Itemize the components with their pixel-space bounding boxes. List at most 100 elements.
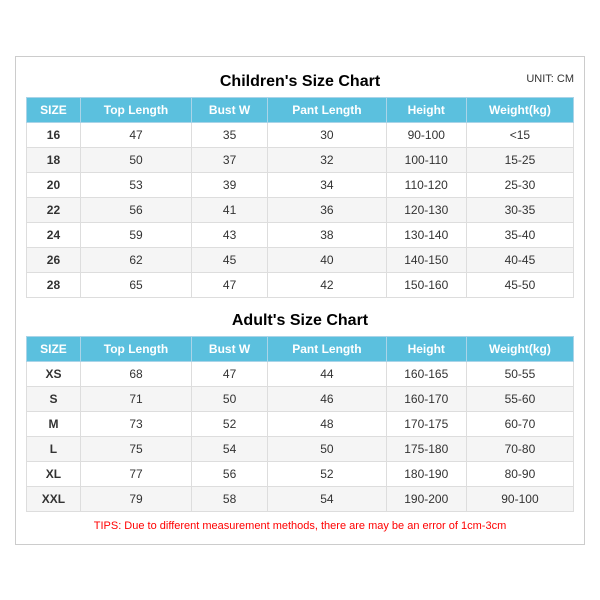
table-cell: 48 <box>268 411 386 436</box>
table-row: 18503732100-11015-25 <box>27 147 574 172</box>
table-cell: 22 <box>27 197 81 222</box>
table-cell: 55-60 <box>466 386 573 411</box>
table-cell: 73 <box>80 411 191 436</box>
table-cell: 18 <box>27 147 81 172</box>
table-cell: XL <box>27 461 81 486</box>
table-cell: 54 <box>192 436 268 461</box>
table-cell: 110-120 <box>386 172 466 197</box>
adult-col-size: SIZE <box>27 336 81 361</box>
children-header-row: SIZE Top Length Bust W Pant Length Heigh… <box>27 97 574 122</box>
table-cell: 50 <box>80 147 191 172</box>
table-cell: 41 <box>192 197 268 222</box>
children-col-bust: Bust W <box>192 97 268 122</box>
table-row: S715046160-17055-60 <box>27 386 574 411</box>
table-cell: L <box>27 436 81 461</box>
table-cell: S <box>27 386 81 411</box>
table-cell: 53 <box>80 172 191 197</box>
table-cell: 62 <box>80 247 191 272</box>
table-cell: 26 <box>27 247 81 272</box>
table-cell: 25-30 <box>466 172 573 197</box>
table-cell: <15 <box>466 122 573 147</box>
table-cell: 90-100 <box>466 486 573 511</box>
adult-section-title: Adult's Size Chart <box>26 306 574 332</box>
table-cell: 47 <box>192 272 268 297</box>
table-cell: XXL <box>27 486 81 511</box>
adult-section: Adult's Size Chart SIZE Top Length Bust … <box>26 306 574 512</box>
table-cell: 32 <box>268 147 386 172</box>
table-cell: 39 <box>192 172 268 197</box>
table-cell: 70-80 <box>466 436 573 461</box>
table-cell: 100-110 <box>386 147 466 172</box>
children-col-size: SIZE <box>27 97 81 122</box>
table-cell: 20 <box>27 172 81 197</box>
children-col-top: Top Length <box>80 97 191 122</box>
children-col-height: Height <box>386 97 466 122</box>
adult-title-text: Adult's Size Chart <box>232 312 368 329</box>
table-cell: 44 <box>268 361 386 386</box>
table-cell: 34 <box>268 172 386 197</box>
table-row: XL775652180-19080-90 <box>27 461 574 486</box>
table-cell: 120-130 <box>386 197 466 222</box>
adult-header-row: SIZE Top Length Bust W Pant Length Heigh… <box>27 336 574 361</box>
table-cell: 36 <box>268 197 386 222</box>
table-cell: 47 <box>80 122 191 147</box>
table-cell: 40 <box>268 247 386 272</box>
table-row: XS684744160-16550-55 <box>27 361 574 386</box>
table-cell: 56 <box>192 461 268 486</box>
table-cell: 30 <box>268 122 386 147</box>
table-cell: 15-25 <box>466 147 573 172</box>
table-cell: 60-70 <box>466 411 573 436</box>
table-cell: 150-160 <box>386 272 466 297</box>
table-cell: XS <box>27 361 81 386</box>
table-cell: 170-175 <box>386 411 466 436</box>
table-cell: 71 <box>80 386 191 411</box>
adult-col-pant: Pant Length <box>268 336 386 361</box>
adult-col-top: Top Length <box>80 336 191 361</box>
table-cell: 90-100 <box>386 122 466 147</box>
table-cell: 77 <box>80 461 191 486</box>
table-cell: 42 <box>268 272 386 297</box>
adult-table: SIZE Top Length Bust W Pant Length Heigh… <box>26 336 574 512</box>
unit-label: UNIT: CM <box>526 73 574 85</box>
table-cell: 47 <box>192 361 268 386</box>
table-cell: 65 <box>80 272 191 297</box>
table-cell: 52 <box>268 461 386 486</box>
children-col-pant: Pant Length <box>268 97 386 122</box>
table-row: 1647353090-100<15 <box>27 122 574 147</box>
table-cell: 79 <box>80 486 191 511</box>
table-cell: 68 <box>80 361 191 386</box>
table-cell: 43 <box>192 222 268 247</box>
table-row: M735248170-17560-70 <box>27 411 574 436</box>
table-cell: 40-45 <box>466 247 573 272</box>
adult-col-bust: Bust W <box>192 336 268 361</box>
table-cell: 54 <box>268 486 386 511</box>
table-row: 20533934110-12025-30 <box>27 172 574 197</box>
table-row: 22564136120-13030-35 <box>27 197 574 222</box>
table-cell: 38 <box>268 222 386 247</box>
table-cell: 130-140 <box>386 222 466 247</box>
table-cell: 16 <box>27 122 81 147</box>
table-cell: 50 <box>268 436 386 461</box>
table-cell: 46 <box>268 386 386 411</box>
table-cell: 45-50 <box>466 272 573 297</box>
table-cell: 180-190 <box>386 461 466 486</box>
table-cell: 35 <box>192 122 268 147</box>
table-cell: 140-150 <box>386 247 466 272</box>
table-cell: 37 <box>192 147 268 172</box>
children-table: SIZE Top Length Bust W Pant Length Heigh… <box>26 97 574 298</box>
table-cell: 59 <box>80 222 191 247</box>
adult-col-weight: Weight(kg) <box>466 336 573 361</box>
table-cell: 58 <box>192 486 268 511</box>
table-cell: 50 <box>192 386 268 411</box>
table-cell: 28 <box>27 272 81 297</box>
table-row: 24594338130-14035-40 <box>27 222 574 247</box>
table-cell: 30-35 <box>466 197 573 222</box>
table-row: XXL795854190-20090-100 <box>27 486 574 511</box>
table-cell: 35-40 <box>466 222 573 247</box>
table-cell: 175-180 <box>386 436 466 461</box>
table-row: 28654742150-16045-50 <box>27 272 574 297</box>
table-cell: 190-200 <box>386 486 466 511</box>
table-cell: 160-165 <box>386 361 466 386</box>
adult-col-height: Height <box>386 336 466 361</box>
table-cell: 52 <box>192 411 268 436</box>
